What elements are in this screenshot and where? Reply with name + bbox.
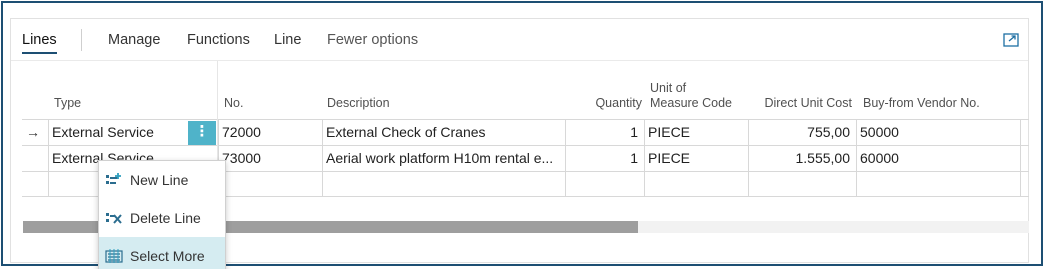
current-row-arrow-icon: → xyxy=(26,124,40,140)
fewer-options-button[interactable]: Fewer options xyxy=(327,32,418,48)
cell-vendor-no[interactable] xyxy=(856,172,1020,197)
cell-description[interactable]: Aerial work platform H10m rental e... xyxy=(322,146,565,171)
row-context-menu: New Line Delete Line Select More xyxy=(98,160,226,269)
expand-icon[interactable] xyxy=(1003,33,1019,47)
menu-item-select-more[interactable]: Select More xyxy=(99,237,225,269)
cell-description[interactable] xyxy=(322,172,565,197)
toolbar-divider xyxy=(81,29,82,51)
window-frame: Lines Manage Functions Line Fewer option… xyxy=(1,1,1043,269)
row-actions-button[interactable]: ⋮ xyxy=(188,121,216,145)
cell-vendor-no[interactable]: 60000 xyxy=(856,146,1020,171)
cell-unit-of-measure[interactable]: PIECE xyxy=(644,120,748,145)
column-header-unit-of-measure[interactable]: Unit of Measure Code xyxy=(650,61,750,119)
column-header-no[interactable]: No. xyxy=(224,61,314,119)
table-row[interactable]: → External Service ⋮ 72000 External Chec… xyxy=(22,119,1029,145)
cell-direct-unit-cost[interactable]: 755,00 xyxy=(748,120,856,145)
column-header-direct-unit-cost[interactable]: Direct Unit Cost xyxy=(752,61,852,119)
cell-vendor-no[interactable]: 50000 xyxy=(856,120,1020,145)
new-line-icon xyxy=(106,173,121,184)
lines-toolbar: Lines Manage Functions Line Fewer option… xyxy=(11,19,1028,61)
cell-no[interactable]: 72000 xyxy=(218,120,322,145)
column-header-quantity[interactable]: Quantity xyxy=(570,61,642,119)
menu-item-delete-line[interactable]: Delete Line xyxy=(99,199,225,237)
menu-item-label: Delete Line xyxy=(130,210,201,226)
tab-lines[interactable]: Lines xyxy=(22,32,57,48)
line-menu[interactable]: Line xyxy=(274,32,301,48)
menu-item-new-line[interactable]: New Line xyxy=(99,161,225,199)
functions-menu[interactable]: Functions xyxy=(187,32,250,48)
column-header-description[interactable]: Description xyxy=(327,61,527,119)
cell-unit-of-measure[interactable] xyxy=(644,172,748,197)
cell-quantity[interactable] xyxy=(565,172,644,197)
column-header-type[interactable]: Type xyxy=(54,61,204,119)
cell-direct-unit-cost[interactable] xyxy=(748,172,856,197)
cell-direct-unit-cost[interactable]: 1.555,00 xyxy=(748,146,856,171)
cell-extra xyxy=(1020,146,1029,171)
delete-line-icon xyxy=(106,213,122,224)
cell-extra xyxy=(1020,120,1029,145)
manage-menu[interactable]: Manage xyxy=(108,32,160,48)
active-tab-underline xyxy=(22,52,57,54)
cell-description[interactable]: External Check of Cranes xyxy=(322,120,565,145)
cell-no[interactable] xyxy=(218,172,322,197)
column-header-buy-from-vendor[interactable]: Buy-from Vendor No. xyxy=(863,61,1013,119)
cell-extra xyxy=(1020,172,1029,197)
cell-quantity[interactable]: 1 xyxy=(565,120,644,145)
select-more-icon xyxy=(105,249,123,263)
menu-item-label: Select More xyxy=(130,248,205,264)
lines-part: Lines Manage Functions Line Fewer option… xyxy=(10,18,1029,269)
cell-quantity[interactable]: 1 xyxy=(565,146,644,171)
menu-item-label: New Line xyxy=(130,172,189,188)
cell-unit-of-measure[interactable]: PIECE xyxy=(644,146,748,171)
cell-no[interactable]: 73000 xyxy=(218,146,322,171)
